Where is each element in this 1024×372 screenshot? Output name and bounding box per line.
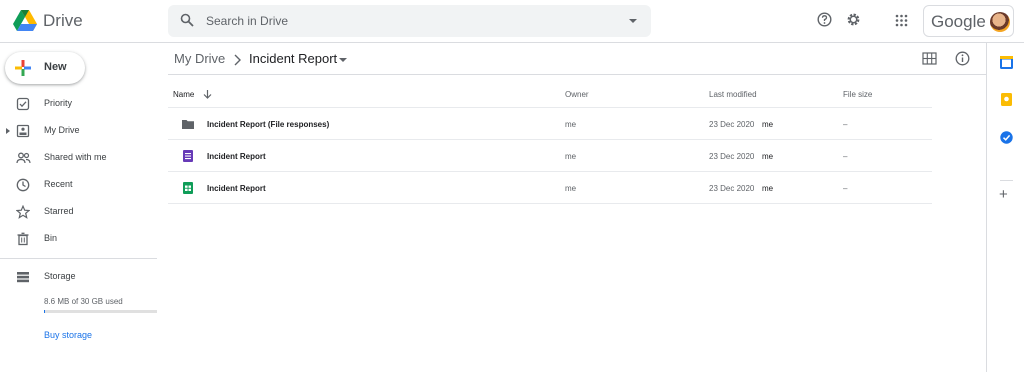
new-button-label: New (44, 61, 67, 73)
folder-menu-dropdown-icon[interactable] (339, 58, 347, 62)
file-owner: me (565, 184, 577, 193)
storage-used-text: 8.6 MB of 30 GB used (44, 297, 123, 306)
file-name: Incident Report (207, 184, 266, 193)
file-owner: me (565, 152, 577, 161)
file-modified-by: me (762, 120, 774, 129)
file-name: Incident Report (207, 152, 266, 161)
storage-icon (17, 272, 29, 283)
table-row[interactable]: Incident Report (File responses) me 23 D… (168, 108, 932, 140)
sidebar-item-storage[interactable]: Storage (0, 266, 160, 290)
calendar-icon[interactable] (1000, 56, 1013, 69)
chevron-right-icon (234, 54, 241, 66)
my-drive-icon (16, 124, 30, 138)
storage-progress-bar (44, 310, 157, 313)
sidebar-item-bin[interactable]: Bin (0, 228, 160, 252)
storage-progress-fill (44, 310, 45, 313)
column-header-owner: Owner (565, 90, 589, 99)
search-options-icon[interactable] (629, 19, 637, 23)
file-modified-by: me (762, 152, 774, 161)
sidebar-item-my-drive[interactable]: My Drive (0, 120, 160, 144)
plus-icon (15, 60, 31, 76)
column-header-last-modified[interactable]: Last modified (709, 90, 757, 99)
file-size: – (843, 184, 848, 193)
buy-storage-link[interactable]: Buy storage (44, 330, 92, 340)
sidebar-item-priority[interactable]: Priority (0, 93, 160, 117)
sidebar-item-label: My Drive (44, 125, 80, 135)
grid-view-icon[interactable] (922, 52, 937, 65)
expand-caret-icon[interactable] (6, 128, 10, 134)
info-icon[interactable] (955, 51, 970, 66)
file-size: – (843, 152, 848, 161)
top-bar: Drive Search in Drive Google (0, 0, 1024, 43)
drive-logo-icon[interactable] (12, 9, 38, 33)
column-header-file-size: File size (843, 90, 873, 99)
tasks-icon[interactable] (1000, 131, 1013, 144)
rail-divider (1000, 180, 1013, 181)
star-icon (16, 205, 30, 219)
table-row[interactable]: Incident Report me 23 Dec 2020 me – (168, 172, 932, 204)
app-name: Drive (43, 11, 83, 30)
breadcrumb-current[interactable]: Incident Report (249, 51, 337, 66)
file-owner: me (565, 120, 577, 129)
priority-icon (16, 97, 30, 111)
sidebar-item-shared-with-me[interactable]: Shared with me (0, 147, 160, 171)
sidebar-item-label: Recent (44, 179, 73, 189)
file-modified-by: me (762, 184, 774, 193)
toolbar-divider (168, 74, 986, 75)
forms-icon (183, 150, 193, 162)
sort-arrow-down-icon[interactable] (203, 89, 212, 99)
file-modified-date: 23 Dec 2020 (709, 184, 755, 193)
sidebar-item-label: Starred (44, 206, 74, 216)
new-button[interactable]: New (5, 52, 85, 84)
avatar[interactable] (990, 12, 1010, 32)
sidebar-item-recent[interactable]: Recent (0, 174, 160, 198)
sheets-icon (183, 182, 193, 194)
settings-gear-icon[interactable] (846, 12, 861, 27)
shared-icon (16, 152, 31, 164)
breadcrumb-root[interactable]: My Drive (174, 51, 225, 66)
sidebar-item-label: Storage (44, 271, 76, 281)
table-row[interactable]: Incident Report me 23 Dec 2020 me – (168, 140, 932, 172)
account-button[interactable]: Google (923, 5, 1014, 37)
sidebar-item-label: Bin (44, 233, 58, 243)
search-icon[interactable] (180, 13, 194, 27)
file-size: – (843, 120, 848, 129)
sidebar-item-label: Priority (44, 98, 73, 108)
sidebar-item-starred[interactable]: Starred (0, 201, 160, 225)
bin-icon (17, 232, 29, 246)
help-icon[interactable] (817, 12, 832, 27)
search-input[interactable]: Search in Drive (206, 14, 288, 28)
column-header-name[interactable]: Name (173, 90, 194, 99)
side-panel-rail: + (986, 43, 1024, 372)
google-wordmark: Google (931, 12, 986, 31)
breadcrumb: My Drive Incident Report (174, 51, 347, 66)
file-modified-date: 23 Dec 2020 (709, 152, 755, 161)
keep-icon[interactable] (1000, 93, 1013, 106)
search-box[interactable]: Search in Drive (168, 5, 651, 37)
sidebar-divider (0, 258, 157, 259)
file-modified-date: 23 Dec 2020 (709, 120, 755, 129)
add-addon-icon[interactable]: + (999, 186, 1008, 203)
clock-icon (16, 178, 30, 192)
apps-grid-icon[interactable] (895, 14, 908, 27)
file-name: Incident Report (File responses) (207, 120, 330, 129)
folder-icon (182, 120, 194, 129)
sidebar-item-label: Shared with me (44, 152, 107, 162)
